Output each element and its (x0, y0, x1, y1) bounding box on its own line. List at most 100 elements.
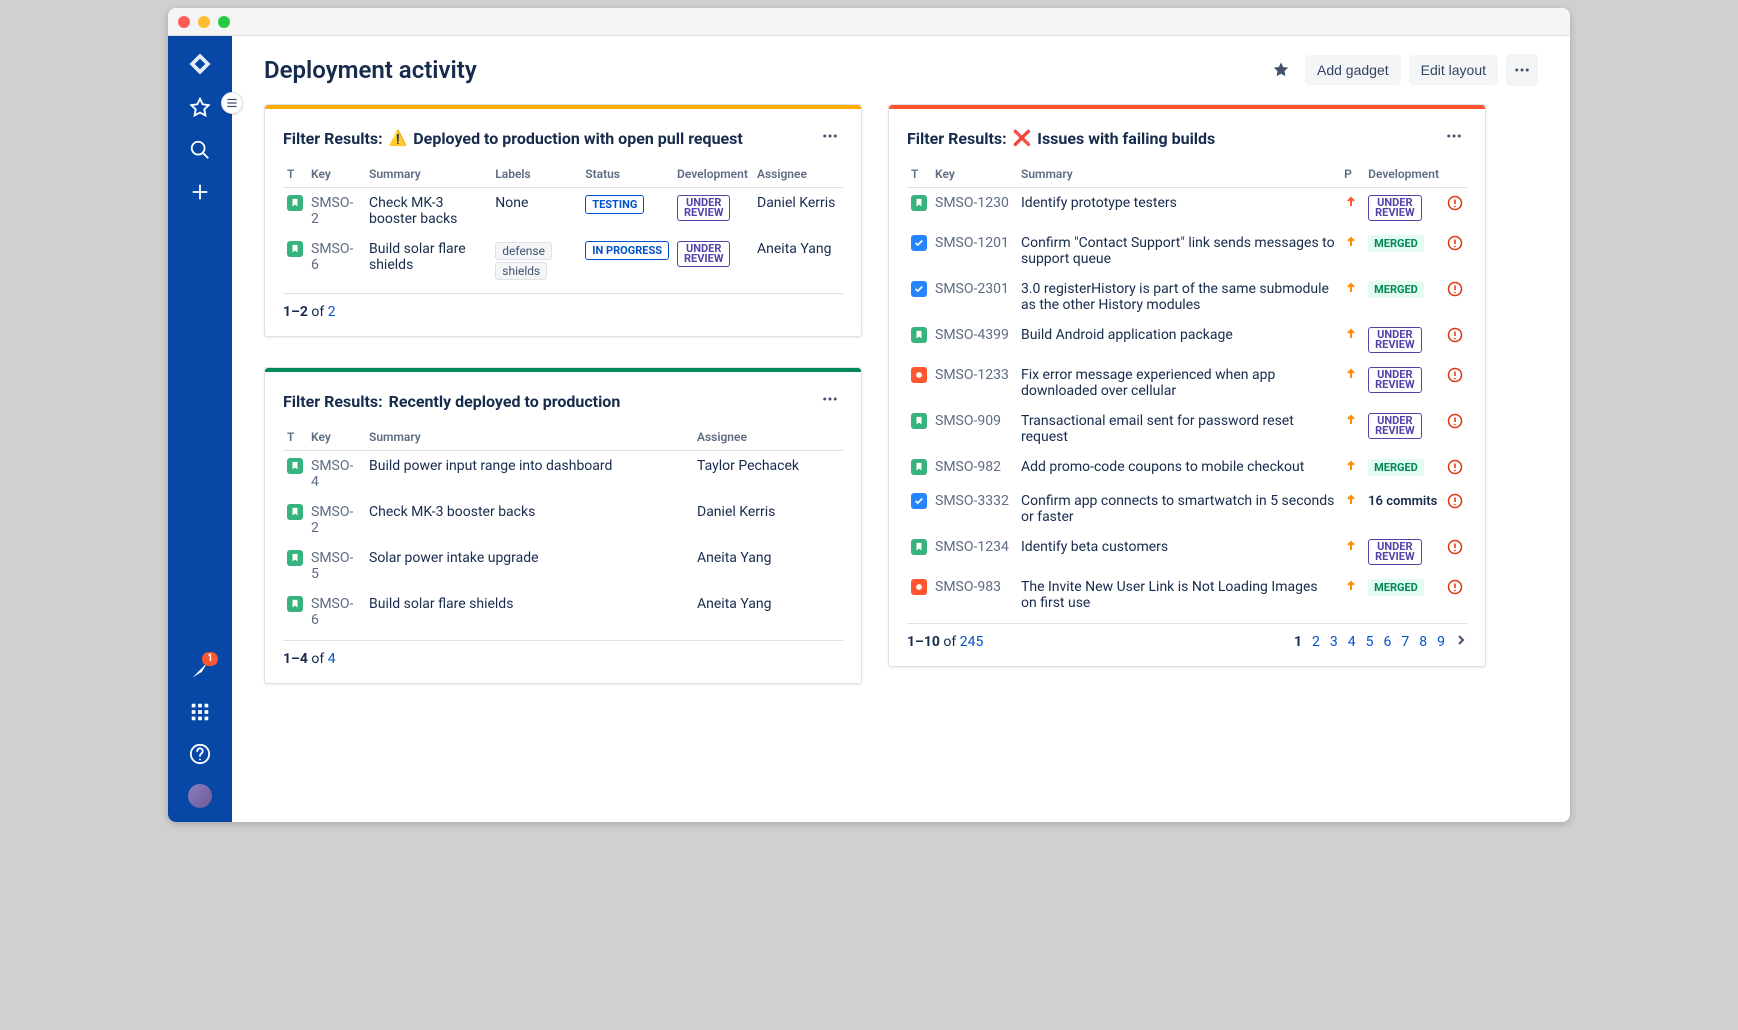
col-development[interactable]: Development (1364, 161, 1443, 188)
col-development[interactable]: Development (673, 161, 753, 188)
issue-row[interactable]: SMSO-3332 Confirm app connects to smartwa… (907, 486, 1467, 532)
col-priority[interactable]: P (1340, 161, 1364, 188)
star-icon[interactable] (188, 96, 212, 120)
col-type[interactable]: T (907, 161, 931, 188)
issue-summary[interactable]: Solar power intake upgrade (369, 550, 539, 566)
gadget-menu-button[interactable] (1441, 123, 1467, 153)
col-type[interactable]: T (283, 424, 307, 451)
issue-key[interactable]: SMSO-982 (935, 459, 1001, 475)
window-minimize-button[interactable] (198, 16, 210, 28)
search-icon[interactable] (188, 138, 212, 162)
page-number[interactable]: 3 (1330, 634, 1338, 650)
issue-summary[interactable]: Transactional email sent for password re… (1021, 413, 1294, 445)
issue-row[interactable]: SMSO-1233 Fix error message experienced w… (907, 360, 1467, 406)
col-type[interactable]: T (283, 161, 307, 188)
col-key[interactable]: Key (931, 161, 1017, 188)
page-number[interactable]: 2 (1312, 634, 1320, 650)
issue-row[interactable]: SMSO-6 Build solar flare shields defense s… (283, 234, 843, 294)
issue-key[interactable]: SMSO-6 (311, 596, 353, 628)
issue-summary[interactable]: Build power input range into dashboard (369, 458, 612, 474)
issue-summary[interactable]: Confirm "Contact Support" link sends mes… (1021, 235, 1335, 267)
issue-key[interactable]: SMSO-1233 (935, 367, 1009, 383)
page-number[interactable]: 5 (1366, 634, 1374, 650)
issue-key[interactable]: SMSO-4 (311, 458, 353, 490)
issue-summary[interactable]: Build solar flare shields (369, 241, 466, 273)
issue-summary[interactable]: Identify beta customers (1021, 539, 1168, 555)
issue-row[interactable]: SMSO-4399 Build Android application packa… (907, 320, 1467, 360)
issue-summary[interactable]: Fix error message experienced when app d… (1021, 367, 1275, 399)
issue-key[interactable]: SMSO-2 (311, 504, 353, 536)
total-link[interactable]: 2 (328, 304, 336, 320)
col-key[interactable]: Key (307, 161, 365, 188)
issue-row[interactable]: SMSO-5Solar power intake upgradeAneita Y… (283, 543, 843, 589)
issue-key[interactable]: SMSO-3332 (935, 493, 1009, 509)
edit-layout-button[interactable]: Edit layout (1409, 55, 1498, 85)
cross-emoji-icon: ❌ (1013, 129, 1032, 147)
total-link[interactable]: 245 (960, 634, 984, 650)
jira-logo-icon[interactable] (186, 50, 214, 78)
apps-icon[interactable] (188, 700, 212, 724)
window-close-button[interactable] (178, 16, 190, 28)
create-icon[interactable] (188, 180, 212, 204)
page-number[interactable]: 6 (1384, 634, 1392, 650)
next-page-icon[interactable] (1455, 634, 1467, 650)
issue-row[interactable]: SMSO-983 The Invite New User Link is Not … (907, 572, 1467, 624)
issue-key[interactable]: SMSO-1230 (935, 195, 1009, 211)
issue-row[interactable]: SMSO-1234Identify beta customersUNDERREV… (907, 532, 1467, 572)
issue-key[interactable]: SMSO-4399 (935, 327, 1009, 343)
gadget-menu-button[interactable] (817, 123, 843, 153)
issue-row[interactable]: SMSO-2Check MK-3 booster backsNoneTESTIN… (283, 188, 843, 235)
issue-key[interactable]: SMSO-6 (311, 241, 353, 273)
issue-key[interactable]: SMSO-983 (935, 579, 1001, 595)
issue-key[interactable]: SMSO-1234 (935, 539, 1009, 555)
issue-summary[interactable]: Check MK-3 booster backs (369, 504, 535, 520)
issue-row[interactable]: SMSO-2301 3.0 registerHistory is part of … (907, 274, 1467, 320)
issue-row[interactable]: SMSO-4 Build power input range into dashb… (283, 451, 843, 498)
issue-key[interactable]: SMSO-2 (311, 195, 353, 227)
total-link[interactable]: 4 (328, 651, 336, 667)
notifications-icon[interactable]: 1 (188, 658, 212, 682)
col-assignee[interactable]: Assignee (753, 161, 843, 188)
issue-summary[interactable]: The Invite New User Link is Not Loading … (1021, 579, 1318, 611)
col-assignee[interactable]: Assignee (693, 424, 843, 451)
label-tag[interactable]: defense (495, 242, 552, 260)
issue-summary[interactable]: Add promo-code coupons to mobile checkou… (1021, 459, 1304, 475)
page-number[interactable]: 9 (1437, 634, 1445, 650)
issue-key[interactable]: SMSO-5 (311, 550, 353, 582)
issue-row[interactable]: SMSO-6Build solar flare shieldsAneita Ya… (283, 589, 843, 641)
issue-key[interactable]: SMSO-1201 (935, 235, 1009, 251)
issue-summary[interactable]: 3.0 registerHistory is part of the same … (1021, 281, 1329, 313)
col-status[interactable]: Status (581, 161, 673, 188)
sidebar-collapse-button[interactable] (221, 92, 243, 114)
col-summary[interactable]: Summary (1017, 161, 1340, 188)
help-icon[interactable] (188, 742, 212, 766)
issue-summary[interactable]: Build Android application package (1021, 327, 1233, 343)
issue-summary[interactable]: Confirm app connects to smartwatch in 5 … (1021, 493, 1334, 525)
issue-row[interactable]: SMSO-1201 Confirm "Contact Support" link … (907, 228, 1467, 274)
col-labels[interactable]: Labels (491, 161, 581, 188)
page-number[interactable]: 4 (1348, 634, 1356, 650)
col-summary[interactable]: Summary (365, 161, 491, 188)
page-number[interactable]: 8 (1419, 634, 1427, 650)
col-summary[interactable]: Summary (365, 424, 693, 451)
label-tag[interactable]: shields (495, 262, 547, 280)
issue-key[interactable]: SMSO-909 (935, 413, 1001, 429)
priority-high-icon (1344, 413, 1358, 427)
page-number[interactable]: 7 (1401, 634, 1409, 650)
user-avatar[interactable] (188, 784, 212, 808)
issue-row[interactable]: SMSO-2Check MK-3 booster backsDaniel Ker… (283, 497, 843, 543)
issue-row[interactable]: SMSO-982 Add promo-code coupons to mobile… (907, 452, 1467, 486)
window-maximize-button[interactable] (218, 16, 230, 28)
issue-summary[interactable]: Build solar flare shields (369, 596, 513, 612)
issue-summary[interactable]: Identify prototype testers (1021, 195, 1177, 211)
col-key[interactable]: Key (307, 424, 365, 451)
page-number[interactable]: 1 (1294, 634, 1302, 650)
issue-row[interactable]: SMSO-1230Identify prototype testersUNDER… (907, 188, 1467, 229)
issue-key[interactable]: SMSO-2301 (935, 281, 1009, 297)
gadget-menu-button[interactable] (817, 386, 843, 416)
more-actions-button[interactable] (1506, 54, 1538, 86)
issue-row[interactable]: SMSO-909 Transactional email sent for pas… (907, 406, 1467, 452)
issue-summary[interactable]: Check MK-3 booster backs (369, 195, 457, 227)
add-gadget-button[interactable]: Add gadget (1305, 55, 1401, 85)
favorite-dashboard-button[interactable] (1265, 54, 1297, 86)
